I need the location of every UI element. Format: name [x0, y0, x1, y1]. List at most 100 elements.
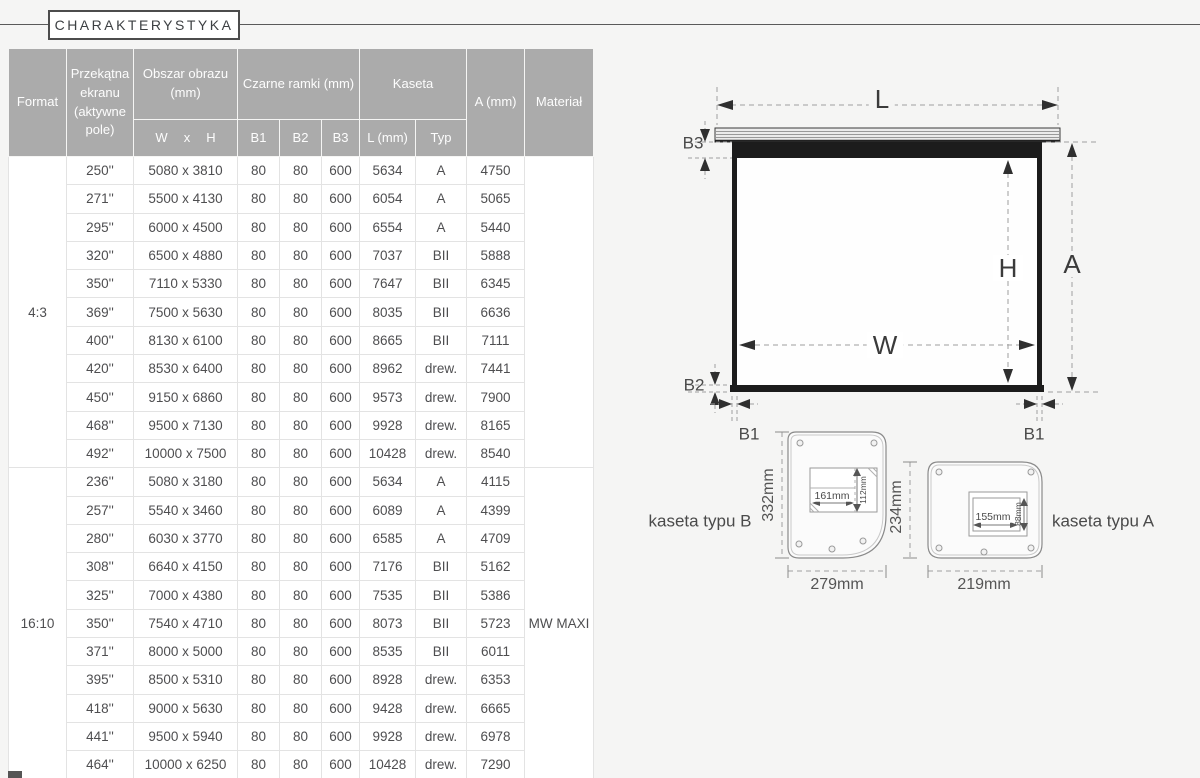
cell-diagonal: 468'': [67, 411, 134, 439]
cell-b3: 600: [322, 213, 360, 241]
cell-b1: 80: [238, 157, 280, 185]
cell-l: 8073: [360, 609, 416, 637]
cell-area: 5540 x 3460: [134, 496, 238, 524]
cell-l: 9928: [360, 411, 416, 439]
cell-typ: BII: [416, 638, 467, 666]
cell-b1: 80: [238, 638, 280, 666]
dim-label-b1-left: B1: [739, 426, 760, 443]
cell-l: 8035: [360, 298, 416, 326]
table-row: 418''9000 x 563080806009428drew.6665: [9, 694, 594, 722]
cell-area: 10000 x 7500: [134, 439, 238, 467]
cell-b2: 80: [280, 213, 322, 241]
header-w: W: [155, 129, 167, 148]
header-format: Format: [9, 49, 67, 157]
cell-b3: 600: [322, 439, 360, 467]
cell-b2: 80: [280, 496, 322, 524]
table-row: 16:10236''5080 x 318080806005634A4115MW …: [9, 468, 594, 496]
cell-typ: BII: [416, 241, 467, 269]
dimension-diagram: L B3 H A W B2 B1 B1 332mm 279mm 161mm 11…: [620, 55, 1200, 600]
cell-diagonal: 441'': [67, 722, 134, 750]
cell-l: 8928: [360, 666, 416, 694]
cell-typ: BII: [416, 270, 467, 298]
cell-area: 7000 x 4380: [134, 581, 238, 609]
dim-label-l: L: [869, 86, 895, 112]
cell-b3: 600: [322, 496, 360, 524]
cell-area: 6640 x 4150: [134, 553, 238, 581]
cell-diagonal: 271'': [67, 185, 134, 213]
cell-b2: 80: [280, 411, 322, 439]
dim-label-b1-right: B1: [1024, 426, 1045, 443]
cell-b2: 80: [280, 638, 322, 666]
header-a-mm: A (mm): [467, 49, 525, 157]
dim-label-w: W: [867, 332, 904, 358]
header-material: Materiał: [525, 49, 594, 157]
cell-area: 5080 x 3810: [134, 157, 238, 185]
cell-b2: 80: [280, 609, 322, 637]
cell-b2: 80: [280, 581, 322, 609]
cell-area: 6500 x 4880: [134, 241, 238, 269]
cell-a: 4115: [467, 468, 525, 496]
cell-l: 9573: [360, 383, 416, 411]
cell-area: 7110 x 5330: [134, 270, 238, 298]
cell-l: 5634: [360, 157, 416, 185]
cell-l: 6089: [360, 496, 416, 524]
cell-typ: drew.: [416, 411, 467, 439]
cell-b2: 80: [280, 553, 322, 581]
cell-area: 6030 x 3770: [134, 524, 238, 552]
cell-b2: 80: [280, 157, 322, 185]
cassette-a-inner-height-label: 88mm: [1014, 502, 1023, 526]
table-row: 350''7540 x 471080806008073BII5723: [9, 609, 594, 637]
cell-area: 5080 x 3180: [134, 468, 238, 496]
cell-b2: 80: [280, 241, 322, 269]
cell-l: 8535: [360, 638, 416, 666]
cell-a: 6978: [467, 722, 525, 750]
cell-diagonal: 257'': [67, 496, 134, 524]
header-cassette: Kaseta: [360, 49, 467, 120]
cell-b1: 80: [238, 609, 280, 637]
dim-label-a: A: [1057, 251, 1086, 277]
cassette-a-height-label: 234mm: [889, 480, 905, 533]
cell-l: 7037: [360, 241, 416, 269]
cell-typ: BII: [416, 581, 467, 609]
cell-b3: 600: [322, 270, 360, 298]
dim-label-b3: B3: [683, 135, 704, 152]
section-title: CHARAKTERYSTYKA: [48, 10, 240, 40]
table-row: 464''10000 x 6250808060010428drew.7290: [9, 751, 594, 778]
cell-a: 5065: [467, 185, 525, 213]
cell-b3: 600: [322, 694, 360, 722]
cell-typ: A: [416, 157, 467, 185]
cell-a: 5723: [467, 609, 525, 637]
table-row: 395''8500 x 531080806008928drew.6353: [9, 666, 594, 694]
cell-l: 10428: [360, 439, 416, 467]
cell-b2: 80: [280, 666, 322, 694]
cell-b3: 600: [322, 383, 360, 411]
cell-a: 5162: [467, 553, 525, 581]
cell-b2: 80: [280, 524, 322, 552]
cell-area: 8500 x 5310: [134, 666, 238, 694]
cell-typ: drew.: [416, 694, 467, 722]
cell-diagonal: 320'': [67, 241, 134, 269]
cell-a: 5888: [467, 241, 525, 269]
cell-b3: 600: [322, 157, 360, 185]
cell-b3: 600: [322, 666, 360, 694]
cell-b2: 80: [280, 355, 322, 383]
cell-b1: 80: [238, 355, 280, 383]
cell-typ: BII: [416, 326, 467, 354]
cell-l: 9428: [360, 694, 416, 722]
cell-b1: 80: [238, 411, 280, 439]
cell-area: 9000 x 5630: [134, 694, 238, 722]
cell-a: 7900: [467, 383, 525, 411]
cell-b2: 80: [280, 694, 322, 722]
cell-area: 7500 x 5630: [134, 298, 238, 326]
cell-typ: BII: [416, 298, 467, 326]
header-h: H: [206, 129, 215, 148]
cassette-a-name: kaseta typu A: [1052, 513, 1154, 530]
cell-b3: 600: [322, 524, 360, 552]
cell-b1: 80: [238, 581, 280, 609]
format-cell: 4:3: [9, 157, 67, 468]
cell-a: 4750: [467, 157, 525, 185]
cell-l: 6585: [360, 524, 416, 552]
cell-l: 7647: [360, 270, 416, 298]
header-x: x: [184, 129, 191, 148]
cell-b3: 600: [322, 468, 360, 496]
